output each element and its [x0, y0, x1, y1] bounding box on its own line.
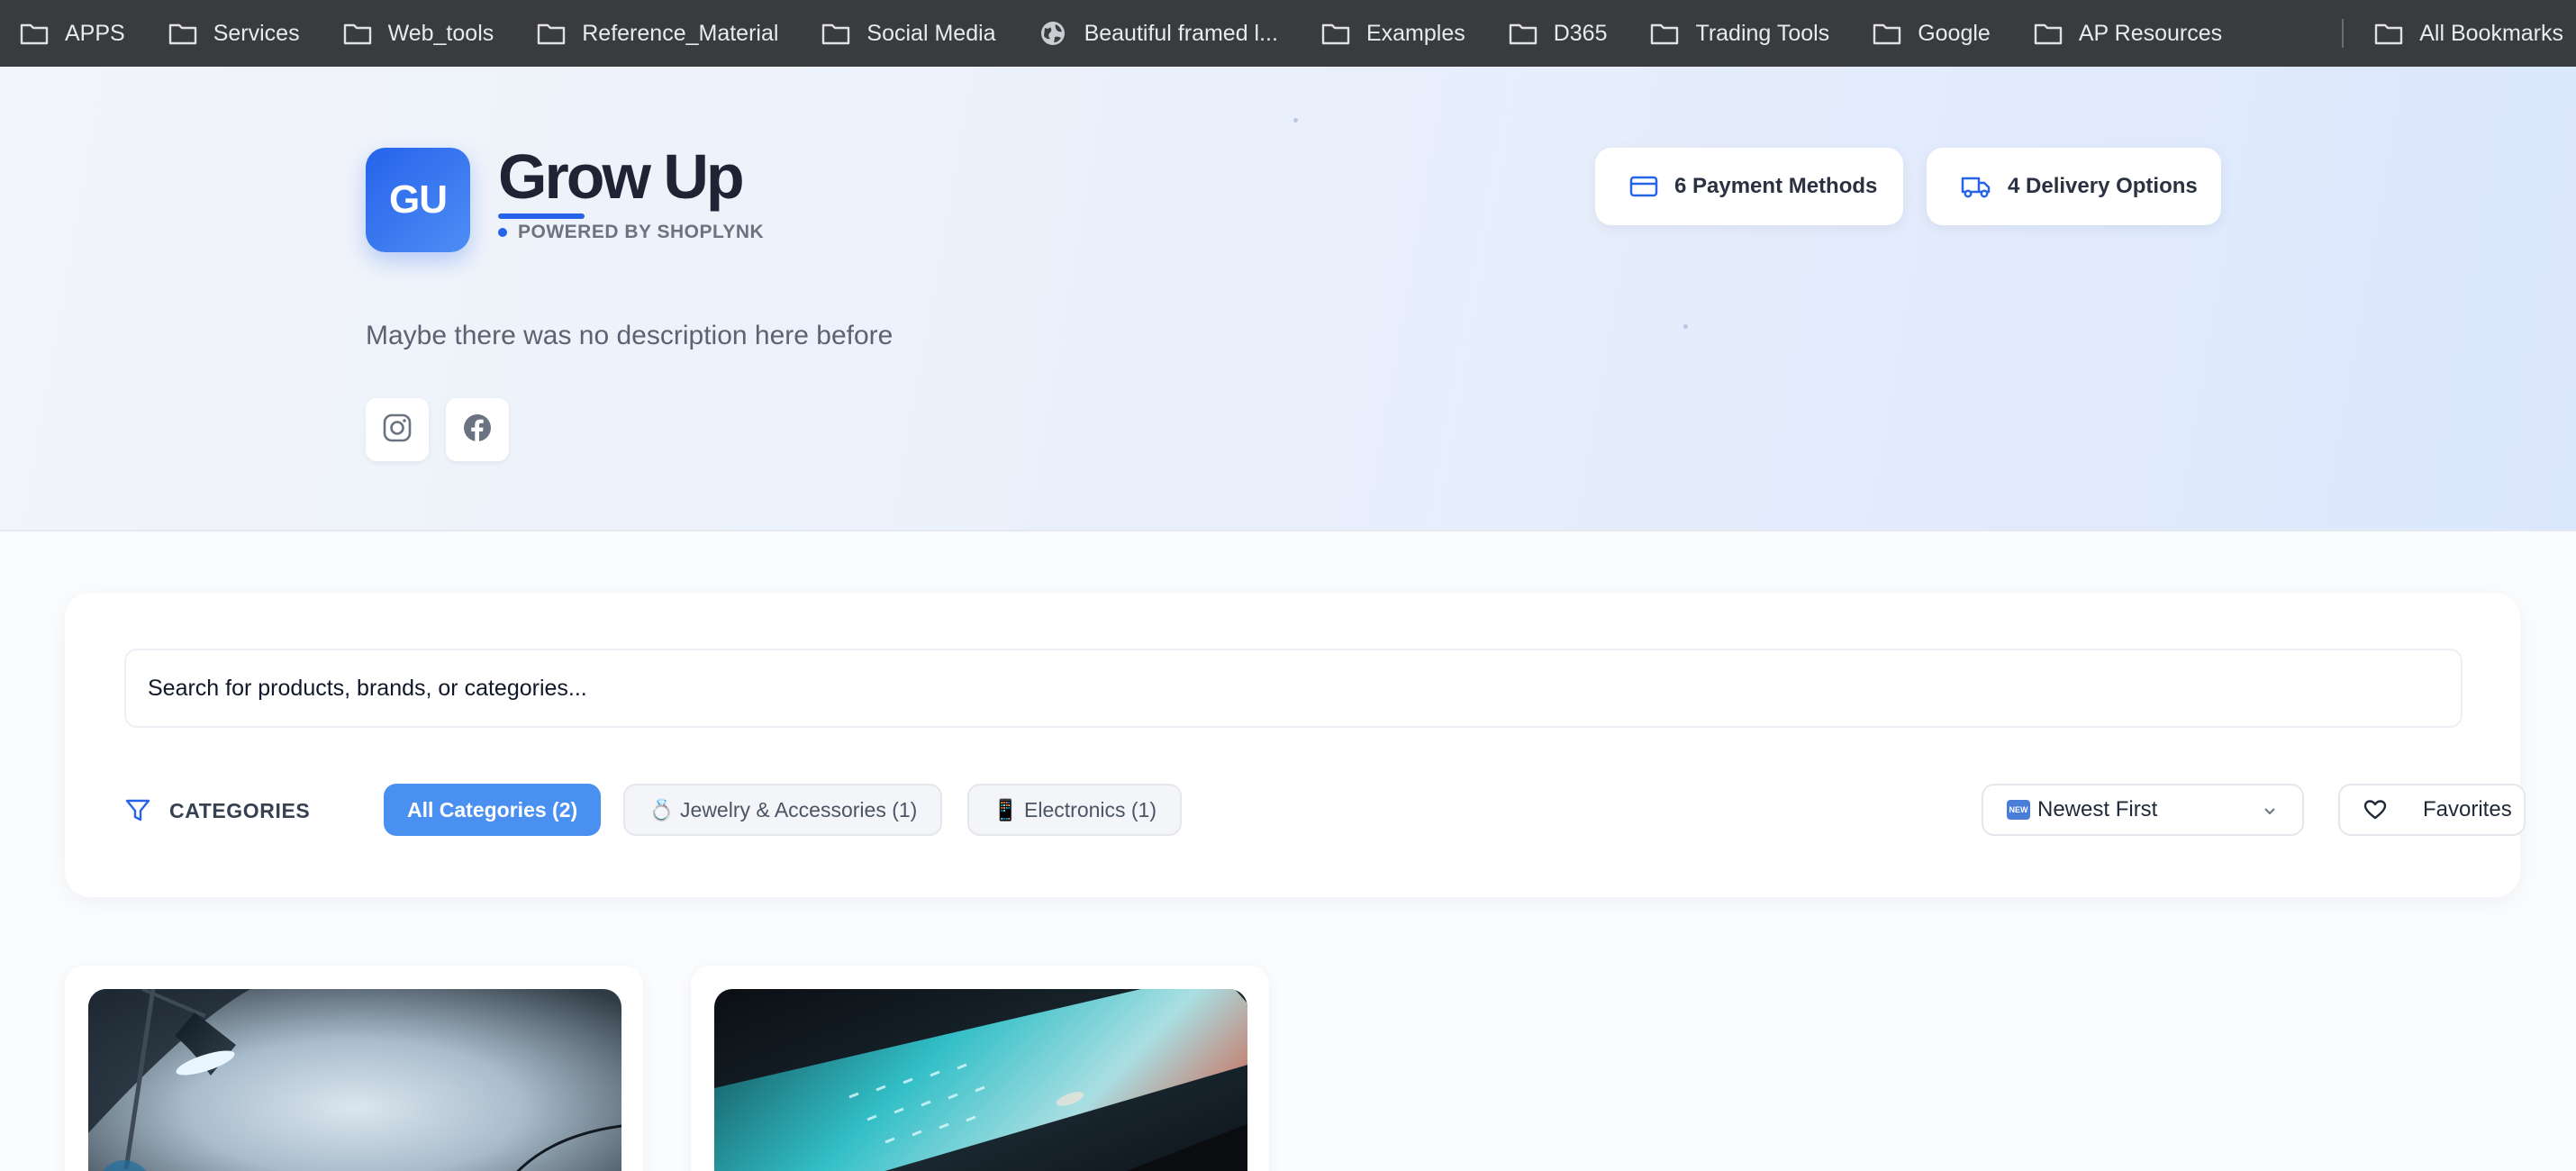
new-badge-icon: NEW [2007, 800, 2030, 820]
powered-dot [498, 228, 507, 237]
delivery-options-pill[interactable]: 4 Delivery Options [1927, 148, 2221, 225]
bookmark-label: All Bookmarks [2419, 20, 2563, 46]
search-bar[interactable] [124, 649, 2463, 728]
instagram-button[interactable] [366, 398, 429, 461]
globe-icon [1039, 21, 1072, 46]
bookmark-label: Web_tools [387, 20, 494, 46]
folder-icon [2374, 21, 2407, 46]
bookmark-label: Beautiful framed l... [1084, 20, 1278, 46]
folder-icon [1650, 21, 1683, 46]
folder-icon [343, 21, 376, 46]
powered-by-label: POWERED BY SHOPLYNK [518, 222, 765, 242]
bookmark-ap-resources[interactable]: AP Resources [2034, 10, 2235, 57]
bookmark-label: Examples [1365, 20, 1465, 46]
bookmark-label: D365 [1553, 20, 1608, 46]
folder-icon [1873, 21, 1905, 46]
folder-icon [2034, 21, 2066, 46]
folder-icon [537, 21, 569, 46]
folder-icon [821, 21, 854, 46]
folder-icon [168, 21, 201, 46]
folder-icon [1509, 21, 1541, 46]
instagram-icon [382, 413, 413, 448]
bookmark-beautiful-framed[interactable]: Beautiful framed l... [1039, 10, 1291, 57]
bookmark-d365[interactable]: D365 [1509, 10, 1620, 57]
bookmark-label: Reference_Material [582, 20, 779, 46]
favorites-label: Favorites [2423, 797, 2512, 822]
facebook-button[interactable] [446, 398, 509, 461]
bookmark-label: Services [213, 20, 300, 46]
bookmark-label: APPS [65, 20, 125, 46]
filter-panel: CATEGORIES All Categories (2) 💍 Jewelry … [65, 593, 2526, 897]
filter-icon [124, 797, 151, 824]
product-image-lamp[interactable] [88, 989, 621, 1171]
sort-select[interactable]: NEW Newest First [1982, 784, 2304, 836]
all-bookmarks-button[interactable]: All Bookmarks [2374, 10, 2576, 57]
decor-dot [1293, 118, 1298, 123]
bookmark-apps[interactable]: APPS [20, 10, 138, 57]
categories-heading: CATEGORIES [124, 784, 310, 838]
chip-electronics[interactable]: 📱 Electronics (1) [967, 784, 1183, 836]
payment-methods-pill[interactable]: 6 Payment Methods [1595, 148, 1903, 225]
categories-label: CATEGORIES [169, 798, 311, 822]
store-logo: GU [366, 148, 470, 252]
bookmark-label: Trading Tools [1695, 20, 1830, 46]
store-name: Grow Up [498, 141, 745, 212]
title-underline [498, 213, 585, 219]
powered-by: POWERED BY SHOPLYNK [498, 222, 764, 243]
product-image-keyboard[interactable] [714, 989, 1247, 1171]
bookmark-services[interactable]: Services [168, 10, 313, 57]
search-input[interactable] [148, 675, 2461, 702]
bookmark-label: Social Media [866, 20, 996, 46]
chevron-down-icon [2261, 802, 2279, 820]
sort-selected-value: Newest First [2037, 797, 2158, 822]
product-card[interactable] [65, 966, 643, 1171]
bookmark-google[interactable]: Google [1873, 10, 2003, 57]
bookmark-web-tools[interactable]: Web_tools [343, 10, 507, 57]
bookmarks-bar: APPS Services Web_tools Reference_Materi… [0, 0, 2576, 67]
delivery-options-label: 4 Delivery Options [2008, 174, 2198, 198]
filter-row: CATEGORIES All Categories (2) 💍 Jewelry … [124, 784, 2526, 838]
favorites-button[interactable]: Favorites [2338, 784, 2526, 836]
store-header: GU Grow Up POWERED BY SHOPLYNK Maybe the… [0, 67, 2576, 531]
bookmark-label: AP Resources [2078, 20, 2223, 46]
store-initials: GU [389, 177, 448, 222]
folder-icon [1321, 21, 1354, 46]
bookmark-examples[interactable]: Examples [1321, 10, 1478, 57]
truck-icon [1961, 174, 1991, 199]
chip-all-categories[interactable]: All Categories (2) [384, 784, 602, 836]
bookmark-social-media[interactable]: Social Media [821, 10, 1008, 57]
store-description: Maybe there was no description here befo… [366, 321, 893, 350]
chip-jewelry-accessories[interactable]: 💍 Jewelry & Accessories (1) [623, 784, 943, 836]
bookmarks-divider [2342, 19, 2345, 48]
bookmark-label: Google [1918, 20, 1991, 46]
payment-methods-label: 6 Payment Methods [1674, 174, 1878, 198]
product-card[interactable] [691, 966, 1269, 1171]
folder-icon [20, 21, 52, 46]
decor-dot [1683, 324, 1688, 329]
facebook-icon [462, 413, 493, 448]
heart-icon [2363, 799, 2387, 821]
bookmark-trading-tools[interactable]: Trading Tools [1650, 10, 1842, 57]
bookmark-reference-material[interactable]: Reference_Material [537, 10, 791, 57]
credit-card-icon [1629, 175, 1658, 198]
